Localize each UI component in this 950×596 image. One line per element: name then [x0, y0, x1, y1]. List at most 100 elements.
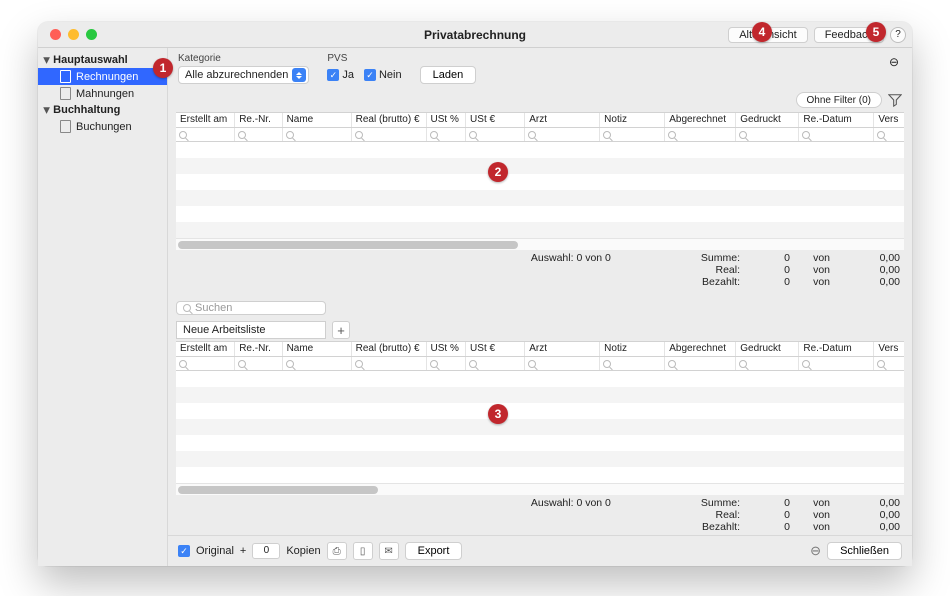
- column-header[interactable]: Erstellt am: [176, 113, 235, 127]
- select-arrows-icon: [292, 68, 306, 82]
- column-header[interactable]: Erstellt am: [176, 342, 235, 356]
- column-header[interactable]: Re.-Nr.: [235, 342, 282, 356]
- column-filter[interactable]: [352, 128, 427, 141]
- kopien-input[interactable]: 0: [252, 543, 280, 559]
- column-header[interactable]: USt €: [466, 342, 525, 356]
- kopien-label: Kopien: [286, 545, 320, 557]
- column-header[interactable]: Name: [283, 113, 352, 127]
- column-header[interactable]: Notiz: [600, 342, 665, 356]
- search-icon: [286, 360, 294, 368]
- column-header[interactable]: USt €: [466, 113, 525, 127]
- column-filter[interactable]: [176, 128, 235, 141]
- column-filter[interactable]: [665, 357, 736, 370]
- column-filter[interactable]: [525, 357, 600, 370]
- sidebar-item-rechnungen[interactable]: Rechnungen: [38, 68, 167, 85]
- sidebar-item-label: Rechnungen: [76, 71, 138, 83]
- sidebar-group-label: Hauptauswahl: [53, 54, 128, 66]
- column-header[interactable]: Real (brutto) €: [352, 113, 427, 127]
- column-header[interactable]: Vers: [874, 113, 904, 127]
- search-icon: [668, 131, 676, 139]
- column-filter[interactable]: [665, 128, 736, 141]
- search-input[interactable]: Suchen: [176, 301, 326, 315]
- table-filter-row: [176, 128, 904, 142]
- column-filter[interactable]: [736, 128, 799, 141]
- invoices-table: Erstellt amRe.-Nr.NameReal (brutto) €USt…: [176, 112, 904, 250]
- column-filter[interactable]: [874, 357, 904, 370]
- more-icon[interactable]: ⊖: [886, 54, 902, 70]
- search-icon: [179, 360, 187, 368]
- pvs-ja-checkbox[interactable]: ✓Ja: [327, 69, 354, 81]
- sidebar-item-label: Buchungen: [76, 121, 132, 133]
- document-button[interactable]: ▯: [353, 542, 373, 560]
- column-filter[interactable]: [283, 128, 352, 141]
- annotation-3: 3: [488, 404, 508, 424]
- column-header[interactable]: Vers: [874, 342, 904, 356]
- horizontal-scrollbar[interactable]: [176, 238, 904, 250]
- column-filter[interactable]: [235, 128, 282, 141]
- column-header[interactable]: Notiz: [600, 113, 665, 127]
- worklist-name-input[interactable]: Neue Arbeitsliste: [176, 321, 326, 339]
- column-header[interactable]: USt %: [427, 113, 467, 127]
- table-body[interactable]: [176, 371, 904, 483]
- column-filter[interactable]: [736, 357, 799, 370]
- column-header[interactable]: Abgerechnet: [665, 342, 736, 356]
- ohne-filter-button[interactable]: Ohne Filter (0): [796, 92, 882, 108]
- summary-bottom: Auswahl: 0 von 0 Summe:0von0,00Real:0von…: [168, 495, 912, 535]
- column-header[interactable]: Name: [283, 342, 352, 356]
- column-filter[interactable]: [799, 128, 874, 141]
- column-header[interactable]: USt %: [427, 342, 467, 356]
- column-header[interactable]: Gedruckt: [736, 342, 799, 356]
- column-header[interactable]: Arzt: [525, 113, 600, 127]
- original-label: Original: [196, 545, 234, 557]
- help-button[interactable]: ?: [890, 27, 906, 43]
- column-header[interactable]: Arzt: [525, 342, 600, 356]
- laden-button[interactable]: Laden: [420, 66, 477, 84]
- column-filter[interactable]: [799, 357, 874, 370]
- sidebar-item-mahnungen[interactable]: Mahnungen: [38, 85, 167, 102]
- filter-icon[interactable]: [888, 93, 902, 107]
- toolbar: Kategorie Alle abzurechnenden PVS ✓Ja ✓N…: [168, 48, 912, 92]
- column-filter[interactable]: [176, 357, 235, 370]
- mail-button[interactable]: ✉: [379, 542, 399, 560]
- search-placeholder: Suchen: [195, 302, 232, 314]
- sidebar-group-buchhaltung[interactable]: ▶ Buchhaltung: [38, 102, 167, 118]
- column-filter[interactable]: [874, 128, 904, 141]
- sidebar-group-hauptauswahl[interactable]: ▶ Hauptauswahl: [38, 52, 167, 68]
- column-filter[interactable]: [283, 357, 352, 370]
- export-button[interactable]: Export: [405, 542, 463, 560]
- column-filter[interactable]: [427, 128, 466, 141]
- annotation-1: 1: [153, 58, 173, 78]
- column-header[interactable]: Re.-Datum: [799, 113, 874, 127]
- main-panel: Kategorie Alle abzurechnenden PVS ✓Ja ✓N…: [168, 48, 912, 566]
- sidebar-item-buchungen[interactable]: Buchungen: [38, 118, 167, 135]
- table-body[interactable]: [176, 142, 904, 238]
- column-header[interactable]: Abgerechnet: [665, 113, 736, 127]
- close-button[interactable]: Schließen: [827, 542, 902, 560]
- horizontal-scrollbar[interactable]: [176, 483, 904, 495]
- column-filter[interactable]: [352, 357, 427, 370]
- search-icon: [668, 360, 676, 368]
- add-worklist-button[interactable]: +: [332, 321, 350, 339]
- search-icon: [183, 304, 191, 312]
- remove-icon[interactable]: ⊖: [810, 543, 821, 559]
- column-header[interactable]: Gedruckt: [736, 113, 799, 127]
- original-checkbox[interactable]: ✓: [178, 545, 190, 557]
- document-icon: [60, 87, 71, 100]
- column-filter[interactable]: [600, 128, 665, 141]
- chevron-down-icon: ▶: [43, 57, 52, 63]
- column-filter[interactable]: [525, 128, 600, 141]
- column-header[interactable]: Re.-Datum: [799, 342, 874, 356]
- column-filter[interactable]: [427, 357, 466, 370]
- pvs-nein-checkbox[interactable]: ✓Nein: [364, 69, 402, 81]
- column-filter[interactable]: [466, 357, 525, 370]
- search-icon: [286, 131, 294, 139]
- kategorie-select[interactable]: Alle abzurechnenden: [178, 66, 309, 84]
- print-button[interactable]: ⎙: [327, 542, 347, 560]
- column-filter[interactable]: [235, 357, 282, 370]
- search-icon: [469, 131, 477, 139]
- column-header[interactable]: Re.-Nr.: [235, 113, 282, 127]
- footer: ✓ Original + 0 Kopien ⎙ ▯ ✉ Export ⊖ Sch…: [168, 535, 912, 566]
- column-filter[interactable]: [466, 128, 525, 141]
- column-filter[interactable]: [600, 357, 665, 370]
- column-header[interactable]: Real (brutto) €: [352, 342, 427, 356]
